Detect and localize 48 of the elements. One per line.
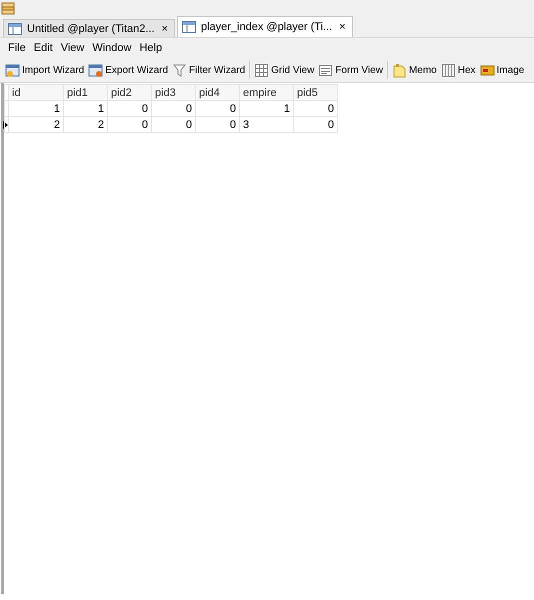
column-header[interactable]: pid3 xyxy=(152,84,196,100)
tab-label: player_index @player (Ti... xyxy=(200,21,332,33)
note-icon xyxy=(392,62,407,78)
table-cell: 0 xyxy=(196,100,240,116)
toolbar-button[interactable]: Filter Wizard xyxy=(170,60,248,80)
column-header[interactable]: pid4 xyxy=(196,84,240,100)
column-header[interactable]: id xyxy=(8,84,64,100)
table-cell: 0 xyxy=(108,100,152,116)
table-icon xyxy=(182,21,196,33)
close-button[interactable]: × xyxy=(162,22,168,34)
toolbar-button[interactable]: Image xyxy=(478,60,526,80)
toolbar-button[interactable]: Export Wizard xyxy=(86,60,170,80)
table-cell: 2 xyxy=(8,116,64,132)
column-header[interactable]: pid5 xyxy=(294,84,338,100)
toolbar-button[interactable]: Form View xyxy=(316,60,385,80)
database-icon xyxy=(1,2,15,14)
column-header[interactable]: pid1 xyxy=(64,84,108,100)
table-cell: 0 xyxy=(294,116,338,132)
menu-item[interactable]: Edit xyxy=(30,42,57,54)
menu-item[interactable]: File xyxy=(4,42,30,54)
filter-icon xyxy=(172,62,188,78)
table-cell: 0 xyxy=(196,116,240,132)
column-header[interactable]: empire xyxy=(240,84,294,100)
table-cell: 0 xyxy=(152,116,196,132)
toolbar-button[interactable]: Grid View xyxy=(252,60,316,80)
document-tab[interactable]: player_index @player (Ti... × xyxy=(176,16,353,37)
toolbar-button[interactable]: Hex xyxy=(438,60,478,80)
grid-icon xyxy=(254,62,270,78)
table-cell: 1 xyxy=(240,100,294,116)
table-cell: 0 xyxy=(152,100,196,116)
table-cell: 1 xyxy=(8,100,64,116)
document-tab[interactable]: Untitled @player (Titan2... × xyxy=(3,19,175,37)
toolbar-button[interactable]: Memo xyxy=(390,60,439,80)
table-cell: 1 xyxy=(64,100,108,116)
column-header[interactable]: pid2 xyxy=(108,84,152,100)
table-icon xyxy=(8,22,22,34)
tab-label: Untitled @player (Titan2... xyxy=(27,22,155,34)
table-cell: 0 xyxy=(294,100,338,116)
cell-editor[interactable]: 3 xyxy=(240,116,294,132)
table-cell: 2 xyxy=(64,116,108,132)
close-button[interactable]: × xyxy=(339,21,346,33)
form-icon xyxy=(318,62,334,78)
image-icon xyxy=(480,62,495,78)
menu-item[interactable]: View xyxy=(56,42,88,54)
toolbar-button[interactable]: Import Wizard xyxy=(3,60,86,80)
table-cell: 0 xyxy=(108,116,152,132)
menu-item[interactable]: Window xyxy=(88,42,136,54)
menu-item[interactable]: Help xyxy=(135,42,166,54)
